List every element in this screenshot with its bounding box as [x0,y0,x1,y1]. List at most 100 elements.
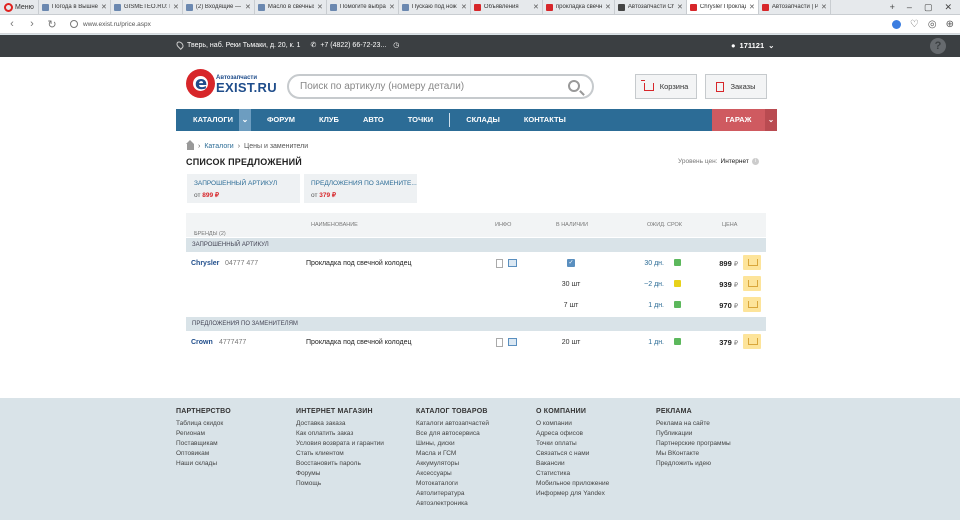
col-term[interactable]: ОЖИД. СРОК [647,222,682,228]
browser-tab[interactable]: Автозапчасти | Р ✕ [759,0,831,14]
browser-tab[interactable]: (2) Входящие — Y ✕ [183,0,255,14]
footer-link[interactable]: Связаться с нами [536,449,609,459]
footer-link[interactable]: Оптовикам [176,449,231,459]
footer-link[interactable]: Предложить идею [656,459,731,469]
footer-link[interactable]: Таблица скидок [176,419,231,429]
footer-link[interactable]: Вакансии [536,459,609,469]
browser-tab[interactable]: GISMETEO.RU: По✕ [111,0,183,14]
footer-link[interactable]: Автолитература [416,489,489,499]
orders-button[interactable]: Заказы [705,74,767,99]
breadcrumb-catalogs[interactable]: Каталоги [204,143,233,150]
footer-link[interactable]: Аккумуляторы [416,459,489,469]
nav-item-catalogs[interactable]: КАТАЛОГИ [176,109,245,131]
browser-tab[interactable]: Погода в Вышне ✕ [39,0,111,14]
info-icon[interactable]: i [751,158,759,165]
close-tab-icon[interactable]: ✕ [173,3,179,11]
footer-link[interactable]: Как оплатить заказ [296,429,384,439]
site-logo[interactable]: e Автозапчасти EXIST.RU [186,69,277,99]
garage-button[interactable]: ГАРАЖ [712,109,765,131]
brand-link[interactable]: Chrysler [191,260,219,267]
summary-replacements[interactable]: ПРЕДЛОЖЕНИЯ ПО ЗАМЕНИТЕ... от 379 ₽ [304,174,417,203]
close-tab-icon[interactable]: ✕ [533,3,539,11]
browser-tab[interactable]: прокладка свечн ✕ [543,0,615,14]
footer-link[interactable]: Помощь [296,479,384,489]
browser-tab[interactable]: Масло в свечных ✕ [255,0,327,14]
download-icon[interactable]: ⊕ [946,19,954,30]
footer-link[interactable]: Шины, диски [416,439,489,449]
store-address[interactable]: Тверь, наб. Реки Тьмаки, д. 20, к. 1 ✆ +… [175,40,399,50]
search-input[interactable]: Поиск по артикулу (номеру детали) [287,74,594,99]
footer-link[interactable]: Автоэлектроника [416,499,489,509]
add-to-cart-button[interactable] [743,334,761,349]
footer-link[interactable]: Аксессуары [416,469,489,479]
add-to-cart-button[interactable] [743,297,761,312]
document-icon[interactable] [496,338,503,347]
add-to-cart-button[interactable] [743,276,761,291]
footer-link[interactable]: Информер для Yandex [536,489,609,499]
catalogs-dropdown-icon[interactable]: ⌄ [238,109,251,131]
footer-link[interactable]: Точки оплаты [536,439,609,449]
price-level-value[interactable]: Интернет [721,158,749,165]
document-icon[interactable] [496,259,503,268]
col-price[interactable]: ЦЕНА [722,222,737,228]
col-stock[interactable]: В НАЛИЧИИ [556,222,588,228]
close-tab-icon[interactable]: ✕ [749,3,755,11]
footer-link[interactable]: Статистика [536,469,609,479]
heart-icon[interactable]: ♡ [910,19,919,30]
footer-link[interactable]: Доставка заказа [296,419,384,429]
close-tab-icon[interactable]: ✕ [821,3,827,11]
garage-dropdown-icon[interactable]: ⌄ [765,109,777,131]
nav-item-forum[interactable]: ФОРУМ [255,109,307,131]
maximize-button[interactable]: ▢ [924,2,933,13]
footer-link[interactable]: Условия возврата и гарантии [296,439,384,449]
photo-icon[interactable] [508,259,517,267]
close-tab-icon[interactable]: ✕ [389,3,395,11]
search-icon[interactable] [568,80,580,92]
close-tab-icon[interactable]: ✕ [101,3,107,11]
browser-tab[interactable]: Автозапчасти Ch ✕ [615,0,687,14]
footer-link[interactable]: Восстановить пароль [296,459,384,469]
footer-link[interactable]: Мотокаталоги [416,479,489,489]
footer-link[interactable]: Регионам [176,429,231,439]
summary-requested[interactable]: ЗАПРОШЕННЫЙ АРТИКУЛ от 899 ₽ [187,174,300,203]
snapshot-icon[interactable]: ◎ [928,19,937,30]
footer-link[interactable]: О компании [536,419,609,429]
footer-link[interactable]: Мы ВКонтакте [656,449,731,459]
browser-tab[interactable]: Помогите выбра ✕ [327,0,399,14]
nav-item-club[interactable]: КЛУБ [307,109,351,131]
cart-button[interactable]: Корзина [635,74,697,99]
adblock-shield-icon[interactable] [891,19,901,29]
new-tab-button[interactable]: + [890,2,895,12]
close-tab-icon[interactable]: ✕ [605,3,611,11]
footer-link[interactable]: Все для автосервиса [416,429,489,439]
footer-link[interactable]: Форумы [296,469,384,479]
minimize-button[interactable]: – [907,2,912,12]
nav-item-warehouses[interactable]: СКЛАДЫ [454,109,512,131]
home-icon[interactable] [186,140,194,150]
browser-tab[interactable]: Объявления ✕ [471,0,543,14]
footer-link[interactable]: Мобильное приложение [536,479,609,489]
user-menu[interactable]: ● 171121 ⌄ [731,41,774,50]
browser-tab-active[interactable]: Chrysler Проклад ✕ [686,0,759,14]
back-button[interactable]: ‹ [6,18,18,30]
footer-link[interactable]: Публикации [656,429,731,439]
close-tab-icon[interactable]: ✕ [245,3,251,11]
footer-link[interactable]: Реклама на сайте [656,419,731,429]
brand-link[interactable]: Crown [191,339,213,346]
nav-item-points[interactable]: ТОЧКИ [396,109,445,131]
close-window-button[interactable]: ✕ [944,2,952,13]
nav-item-contacts[interactable]: КОНТАКТЫ [512,109,578,131]
close-tab-icon[interactable]: ✕ [317,3,323,11]
footer-link[interactable]: Стать клиентом [296,449,384,459]
help-button[interactable]: ? [930,38,946,54]
footer-link[interactable]: Масла и ГСМ [416,449,489,459]
url-field[interactable]: www.exist.ru/price.aspx [66,18,884,31]
footer-link[interactable]: Адреса офисов [536,429,609,439]
footer-link[interactable]: Партнерские программы [656,439,731,449]
footer-link[interactable]: Каталоги автозапчастей [416,419,489,429]
forward-button[interactable]: › [26,18,38,30]
footer-link[interactable]: Наши склады [176,459,231,469]
browser-tab[interactable]: Пускаю под нож ✕ [399,0,471,14]
nav-item-auto[interactable]: АВТО [351,109,396,131]
reload-button[interactable]: ↻ [46,18,58,31]
